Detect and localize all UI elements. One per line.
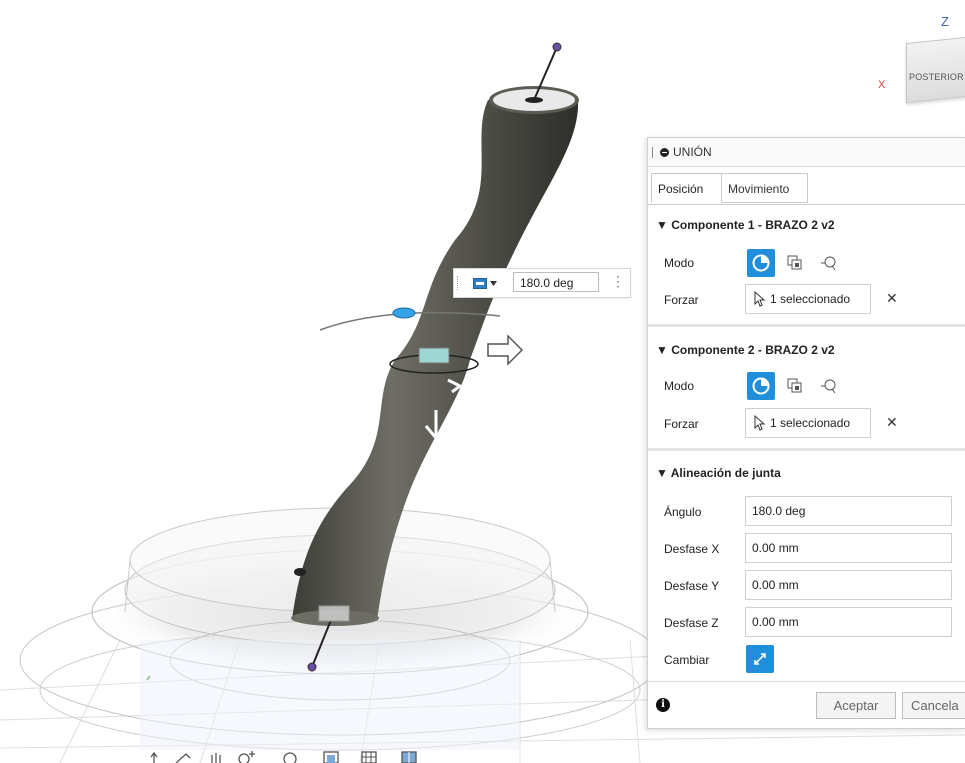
mode-between-button-2[interactable] — [781, 372, 809, 400]
dialog-tabs: Posición Movimiento — [648, 166, 965, 205]
angle-manipulator-toolbar: 180.0 deg ⋮ — [453, 268, 631, 298]
snap-point-icon — [752, 254, 770, 272]
chevron-down-icon — [490, 280, 497, 286]
cancel-button[interactable]: Cancela — [902, 692, 965, 719]
two-edge-intersection-icon — [821, 256, 836, 271]
selection-box-2[interactable]: 1 seleccionado — [745, 408, 871, 438]
section-divider — [648, 448, 965, 451]
mode-simple-button-2[interactable] — [747, 372, 775, 400]
cursor-arrow-icon — [754, 291, 766, 307]
angle-input[interactable]: 180.0 deg — [513, 272, 599, 292]
dialog-header[interactable]: UNIÓN — [648, 138, 965, 167]
selection-box-1[interactable]: 1 seleccionado — [745, 284, 871, 314]
collapse-triangle-icon: ▼ — [656, 466, 671, 480]
close-icon[interactable]: ✕ — [886, 414, 898, 431]
tab-position[interactable]: Posición — [651, 173, 722, 203]
collapse-triangle-icon: ▼ — [656, 218, 672, 232]
z-axis-label: Z — [941, 14, 949, 29]
dialog-title: UNIÓN — [673, 145, 712, 159]
collapse-triangle-icon: ▼ — [656, 343, 672, 357]
viewports-icon[interactable] — [401, 751, 417, 763]
offset-y-label: Desfase Y — [664, 579, 720, 593]
selection-count-1: 1 seleccionado — [770, 292, 851, 306]
section-joint-alignment[interactable]: ▼ Alineación de junta — [656, 466, 781, 480]
cursor-arrow-icon — [754, 415, 766, 431]
flip-button[interactable] — [746, 645, 774, 673]
offset-z-label: Desfase Z — [664, 616, 719, 630]
component-2-title: Componente 2 - BRAZO 2 v2 — [671, 343, 835, 357]
flip-label: Cambiar — [664, 653, 710, 667]
joint-dialog: UNIÓN Posición Movimiento ▼ Componente 1… — [647, 137, 965, 729]
more-options-icon[interactable]: ⋮ — [611, 273, 625, 290]
component-1-title: Componente 1 - BRAZO 2 v2 — [671, 218, 835, 232]
grid-settings-icon[interactable] — [361, 751, 377, 763]
drag-handle[interactable] — [652, 147, 653, 158]
info-icon[interactable]: i — [656, 698, 670, 712]
section-component-2[interactable]: ▼ Componente 2 - BRAZO 2 v2 — [656, 343, 835, 357]
look-at-icon[interactable] — [175, 753, 191, 763]
angle-label: Ángulo — [664, 505, 702, 519]
mode-intersection-button-1[interactable] — [815, 249, 843, 277]
snap-point-icon — [752, 377, 770, 395]
mode-label-1: Modo — [664, 256, 695, 270]
ok-button[interactable]: Aceptar — [816, 692, 896, 719]
orbit-icon[interactable] — [150, 751, 158, 763]
fit-view-icon[interactable] — [283, 752, 297, 763]
zoom-icon[interactable] — [238, 751, 255, 763]
joint-icon — [660, 148, 669, 157]
pan-hand-icon[interactable] — [211, 753, 221, 763]
mode-label-2: Modo — [664, 379, 695, 393]
section-component-1[interactable]: ▼ Componente 1 - BRAZO 2 v2 — [656, 218, 835, 232]
angle-field[interactable]: 180.0 deg — [745, 496, 952, 526]
between-two-faces-icon — [787, 378, 802, 393]
dialog-footer: i Aceptar Cancela — [648, 681, 965, 729]
mode-between-button-1[interactable] — [781, 249, 809, 277]
mode-options-2 — [747, 371, 843, 401]
display-settings-icon[interactable] — [323, 751, 339, 763]
navigation-toolbar — [150, 751, 417, 763]
offset-x-label: Desfase X — [664, 542, 720, 556]
flip-arrows-icon — [754, 653, 766, 665]
drag-grip[interactable] — [457, 276, 460, 290]
mode-intersection-button-2[interactable] — [815, 372, 843, 400]
offset-z-field[interactable]: 0.00 mm — [745, 607, 952, 637]
mode-options-1 — [747, 248, 843, 278]
joint-alignment-title: Alineación de junta — [670, 466, 781, 480]
force-label-1: Forzar — [664, 293, 699, 307]
selection-count-2: 1 seleccionado — [770, 416, 851, 430]
offset-y-field[interactable]: 0.00 mm — [745, 570, 952, 600]
tab-motion[interactable]: Movimiento — [722, 173, 808, 203]
two-edge-intersection-icon — [821, 379, 836, 394]
x-axis-label: X — [878, 79, 886, 91]
viewcube-face[interactable] — [906, 36, 965, 104]
section-divider — [648, 324, 965, 327]
input-type-dropdown[interactable] — [473, 275, 503, 291]
offset-x-field[interactable]: 0.00 mm — [745, 533, 952, 563]
between-two-faces-icon — [787, 255, 802, 270]
viewcube[interactable]: Z X POSTERIOR — [878, 14, 965, 114]
mode-simple-button-1[interactable] — [747, 249, 775, 277]
rotation-input-icon — [473, 277, 487, 289]
close-icon[interactable]: ✕ — [886, 290, 898, 307]
viewcube-face-label: POSTERIOR — [909, 72, 964, 82]
force-label-2: Forzar — [664, 417, 699, 431]
